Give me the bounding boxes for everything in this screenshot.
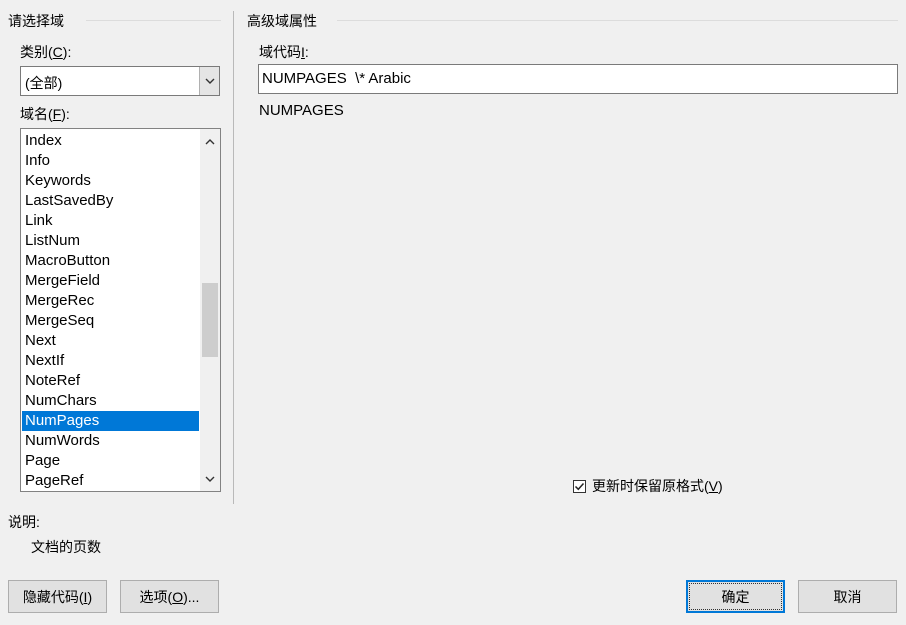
list-item[interactable]: MacroButton — [22, 251, 199, 271]
advanced-properties-group-line — [337, 20, 898, 21]
preserve-format-checkbox[interactable] — [573, 479, 586, 493]
scroll-thumb[interactable] — [202, 283, 218, 357]
list-item[interactable]: Page — [22, 451, 199, 471]
choose-field-group-line — [86, 20, 221, 21]
list-item[interactable]: PageRef — [22, 471, 199, 491]
list-item[interactable]: NoteRef — [22, 371, 199, 391]
category-combobox[interactable]: (全部) — [20, 66, 220, 96]
scroll-up-button[interactable] — [200, 131, 220, 151]
advanced-properties-group-title: 高级域属性 — [247, 13, 317, 29]
list-item[interactable]: Info — [22, 151, 199, 171]
ok-button[interactable]: 确定 — [686, 580, 785, 613]
list-item[interactable]: NextIf — [22, 351, 199, 371]
field-names-scrollbar[interactable] — [200, 129, 220, 491]
checkmark-icon — [574, 482, 585, 490]
field-names-label: 域名(F): — [20, 106, 70, 122]
ok-button-focus-rect — [689, 583, 782, 610]
category-dropdown-button[interactable] — [199, 67, 219, 95]
field-names-list: Index Info Keywords LastSavedBy Link ListNum M… — [22, 131, 199, 491]
category-label: 类别(C): — [20, 44, 72, 60]
options-button[interactable]: 选项(O)... — [120, 580, 219, 613]
panel-divider — [233, 11, 234, 504]
list-item[interactable]: LastSavedBy — [22, 191, 199, 211]
list-item[interactable]: MergeField — [22, 271, 199, 291]
list-item[interactable]: NumWords — [22, 431, 199, 451]
category-combobox-value: (全部) — [25, 75, 63, 91]
field-codes-input[interactable]: NUMPAGES \* Arabic — [258, 64, 898, 94]
cancel-button[interactable]: 取消 — [798, 580, 897, 613]
description-label: 说明: — [8, 514, 40, 530]
list-item[interactable]: MergeRec — [22, 291, 199, 311]
chevron-down-icon — [205, 78, 214, 84]
preserve-format-label: 更新时保留原格式(V) — [592, 478, 723, 494]
list-item[interactable]: Index — [22, 131, 199, 151]
chevron-up-icon — [205, 138, 215, 144]
list-item[interactable]: Link — [22, 211, 199, 231]
list-item[interactable]: ListNum — [22, 231, 199, 251]
field-syntax-text: NUMPAGES — [259, 102, 344, 119]
preserve-format-option[interactable]: 更新时保留原格式(V) — [573, 476, 723, 496]
scroll-down-button[interactable] — [200, 469, 220, 489]
hide-codes-button[interactable]: 隐藏代码(I) — [8, 580, 107, 613]
choose-field-group-title: 请选择域 — [8, 13, 64, 29]
chevron-down-icon — [205, 476, 215, 482]
list-item[interactable]: Keywords — [22, 171, 199, 191]
field-names-listbox[interactable]: Index Info Keywords LastSavedBy Link ListNum M… — [20, 128, 221, 492]
list-item[interactable]: Next — [22, 331, 199, 351]
field-codes-input-value: NUMPAGES \* Arabic — [262, 70, 411, 87]
description-text: 文档的页数 — [31, 539, 101, 555]
field-codes-label: 域代码I: — [259, 44, 309, 60]
list-item[interactable]: NumPages — [22, 411, 199, 431]
list-item[interactable]: MergeSeq — [22, 311, 199, 331]
list-item[interactable]: NumChars — [22, 391, 199, 411]
